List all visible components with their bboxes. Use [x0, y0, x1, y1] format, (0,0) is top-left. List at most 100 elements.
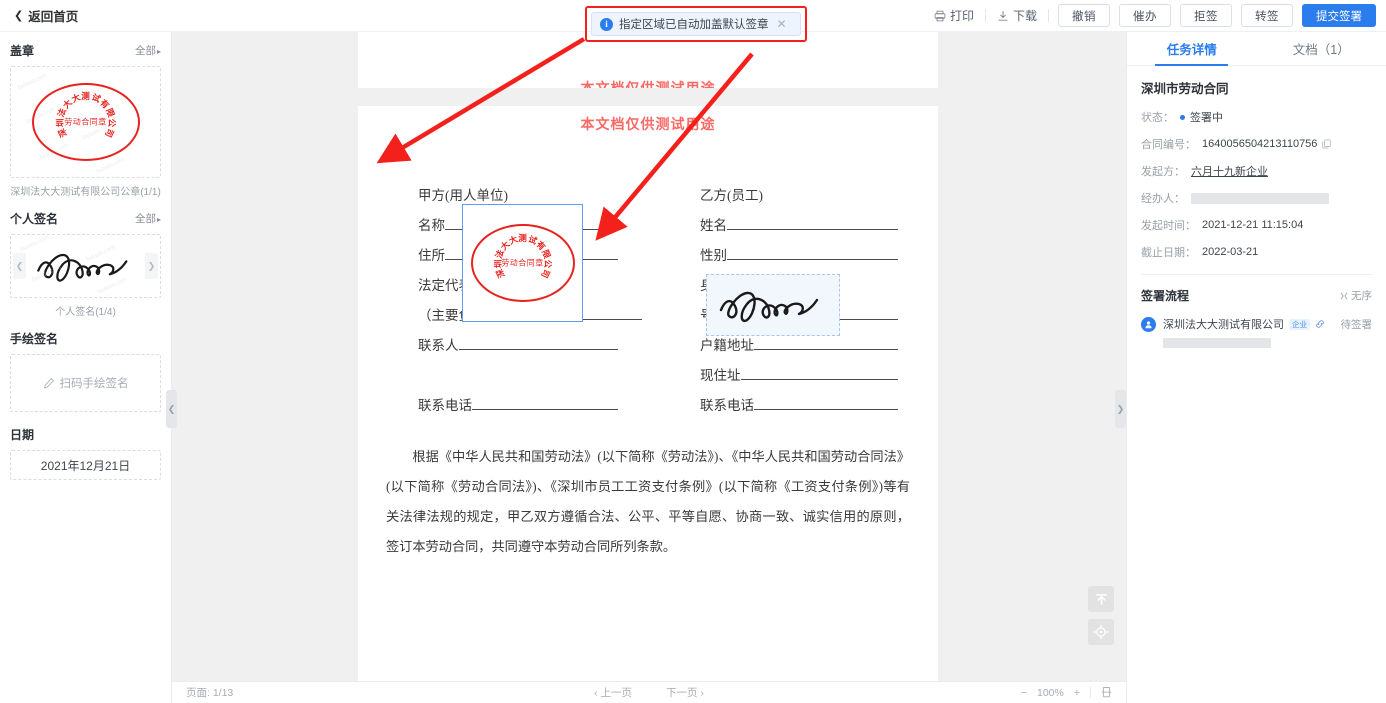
- initiator-value: 六月十九新企业: [1191, 163, 1268, 179]
- contract-field-row: 现住址: [700, 354, 898, 384]
- signer-redacted-contact: [1163, 338, 1271, 348]
- tab-documents[interactable]: 文档（1）: [1257, 32, 1386, 65]
- back-to-home-link[interactable]: ❮ 返回首页: [14, 6, 78, 25]
- contract-number-value: 1640056504213110756: [1202, 138, 1332, 150]
- handler-redacted-value: [1191, 192, 1329, 204]
- fit-page-icon[interactable]: [1101, 686, 1112, 699]
- handler-value: [1191, 192, 1372, 204]
- status-dot-icon: [1180, 114, 1185, 120]
- prev-signature-arrow[interactable]: ❮: [13, 253, 26, 279]
- date-stamp-item[interactable]: 2021年12月21日: [10, 450, 161, 480]
- task-detail-body: 深圳市劳动合同 状态： 签署中 合同编号： 164005650421311075…: [1127, 66, 1386, 348]
- personal-sign-view-all-link[interactable]: 全部▸: [135, 211, 161, 226]
- submit-signature-button[interactable]: 提交签署: [1302, 4, 1376, 27]
- collapse-right-panel-handle[interactable]: ❯: [1115, 390, 1126, 428]
- top-action-group: 打印 下载 撤销 催办 拒签 转签 提交签署: [923, 4, 1376, 27]
- seal-view-all-label: 全部: [134, 45, 156, 57]
- scroll-to-top-button[interactable]: [1088, 586, 1114, 612]
- zoom-in-button[interactable]: +: [1074, 687, 1080, 699]
- contract-field-input-line[interactable]: [727, 259, 898, 260]
- zoom-controls: − 100% +: [1021, 686, 1112, 699]
- initiator-link[interactable]: 六月十九新企业: [1191, 163, 1268, 179]
- sign-flow-order: 无序: [1340, 288, 1372, 303]
- detail-row-handler: 经办人：: [1141, 190, 1372, 206]
- detail-row-status: 状态： 签署中: [1141, 109, 1372, 125]
- close-icon[interactable]: ✕: [777, 17, 787, 31]
- stamp-sidebar: 盖章 全部▸ fadada.com fadada.com fadada.com fa…: [0, 32, 172, 703]
- contract-field-row: 联系电话: [700, 384, 898, 414]
- contract-field-label: 联系电话: [700, 398, 754, 413]
- deadline-value: 2022-03-21: [1202, 246, 1259, 258]
- contract-field-input-line[interactable]: [754, 349, 898, 350]
- zoom-level-label: 100%: [1037, 686, 1064, 699]
- contract-field-input-line[interactable]: [458, 349, 618, 350]
- print-button[interactable]: 打印: [923, 7, 985, 24]
- seal-view-all-link[interactable]: 全部▸: [135, 43, 161, 58]
- toast-message: 指定区域已自动加盖默认签章: [619, 19, 769, 31]
- date-section-header: 日期: [10, 426, 161, 443]
- scan-to-draw-label: 扫码手绘签名: [59, 378, 129, 390]
- bottom-divider: [1090, 687, 1091, 698]
- info-icon: i: [600, 17, 613, 31]
- reject-sign-button[interactable]: 拒签: [1180, 4, 1232, 27]
- contract-field-label: 名称: [418, 218, 445, 233]
- seal-caption: 深圳法大大测试有限公司公章(1/1): [10, 187, 161, 198]
- scan-to-draw-signature-button[interactable]: 扫码手绘签名: [10, 354, 161, 412]
- hand-sign-title: 手绘签名: [10, 332, 59, 346]
- applied-company-seal: 深圳法大大测试有限公司 劳动合同章: [470, 224, 575, 302]
- printer-icon: [934, 10, 946, 21]
- revoke-button[interactable]: 撤销: [1058, 4, 1110, 27]
- start-time-key: 发起时间：: [1141, 220, 1196, 232]
- signer-info: 深圳法大大测试有限公司 企业 待签署: [1163, 316, 1372, 348]
- contract-field-input-line[interactable]: [727, 229, 898, 230]
- party-a-seal-drop-area[interactable]: 深圳法大大测试有限公司 劳动合同章: [462, 204, 583, 322]
- contract-body-text: 根据《中华人民共和国劳动法》(以下简称《劳动法》)、《中华人民共和国劳动合同法》…: [358, 442, 938, 562]
- collapse-left-panel-handle[interactable]: ❮: [166, 390, 177, 428]
- party-a-column: 甲方(用人单位): [358, 174, 648, 204]
- tab-task-detail[interactable]: 任务详情: [1127, 32, 1257, 66]
- contract-field-label: 住所: [418, 248, 445, 263]
- chevron-right-icon: ▸: [156, 47, 161, 56]
- contract-field-label: 性别: [700, 248, 727, 263]
- document-page-current: 本文档仅供测试用途 甲方(用人单位) 乙方(员工) 名称 住所 法定代表人 联系…: [358, 106, 938, 682]
- contract-field-label: 联系人: [418, 338, 459, 353]
- transfer-sign-button[interactable]: 转签: [1241, 4, 1293, 27]
- party-b-label-field: 乙方(员工): [648, 174, 938, 204]
- hand-sign-section-header: 手绘签名: [10, 330, 161, 347]
- handler-key: 经办人：: [1141, 193, 1185, 205]
- chevron-right-icon: ▸: [156, 215, 161, 224]
- detail-row-deadline: 截止日期： 2022-03-21: [1141, 244, 1372, 260]
- contract-field-input-line[interactable]: [754, 409, 898, 410]
- document-viewer[interactable]: 本文档仅供测试用途 本文档仅供测试用途 甲方(用人单位) 乙方(员工): [172, 32, 1126, 703]
- previous-page-button[interactable]: ‹ 上一页: [594, 685, 632, 700]
- contract-field-input-line[interactable]: [740, 379, 898, 380]
- seal-thumbnail[interactable]: fadada.com fadada.com fadada.com fadada.co…: [10, 66, 161, 178]
- contract-field-label: 现住址: [700, 368, 741, 383]
- next-page-button[interactable]: 下一页 ›: [666, 685, 704, 700]
- locate-signature-button[interactable]: [1088, 619, 1114, 645]
- copy-icon[interactable]: [1322, 139, 1332, 149]
- detail-row-contract-number: 合同编号： 1640056504213110756: [1141, 136, 1372, 152]
- party-b-column: 乙方(员工): [648, 174, 938, 204]
- deadline-key: 截止日期：: [1141, 247, 1196, 259]
- urge-button[interactable]: 催办: [1119, 4, 1171, 27]
- seal-center-text: 劳动合同章: [64, 117, 107, 127]
- personal-signature-thumbnail[interactable]: fadada.com fadada.com fadada.com fadada.co…: [10, 234, 161, 298]
- user-icon: [1145, 321, 1152, 329]
- status-value: 签署中: [1180, 109, 1223, 125]
- download-button[interactable]: 下载: [986, 7, 1048, 24]
- zoom-out-button[interactable]: −: [1021, 687, 1027, 699]
- enterprise-tag: 企业: [1289, 318, 1310, 330]
- arrow-up-to-bar-icon: [1095, 593, 1107, 605]
- chevron-left-icon: ❮: [14, 10, 24, 22]
- contract-field-row: 联系电话: [418, 384, 618, 414]
- contract-field-row: [418, 354, 618, 384]
- task-detail-panel: 任务详情 文档（1） 深圳市劳动合同 状态： 签署中 合同编号： 1640056…: [1126, 32, 1386, 703]
- next-signature-arrow[interactable]: ❯: [145, 253, 158, 279]
- signer-avatar-icon: [1141, 317, 1156, 332]
- contract-field-input-line[interactable]: [472, 409, 618, 410]
- party-b-signature-drop-area[interactable]: [706, 274, 840, 336]
- personal-sign-title: 个人签名: [10, 212, 59, 226]
- contract-field-label: 姓名: [700, 218, 727, 233]
- link-icon[interactable]: [1315, 319, 1325, 329]
